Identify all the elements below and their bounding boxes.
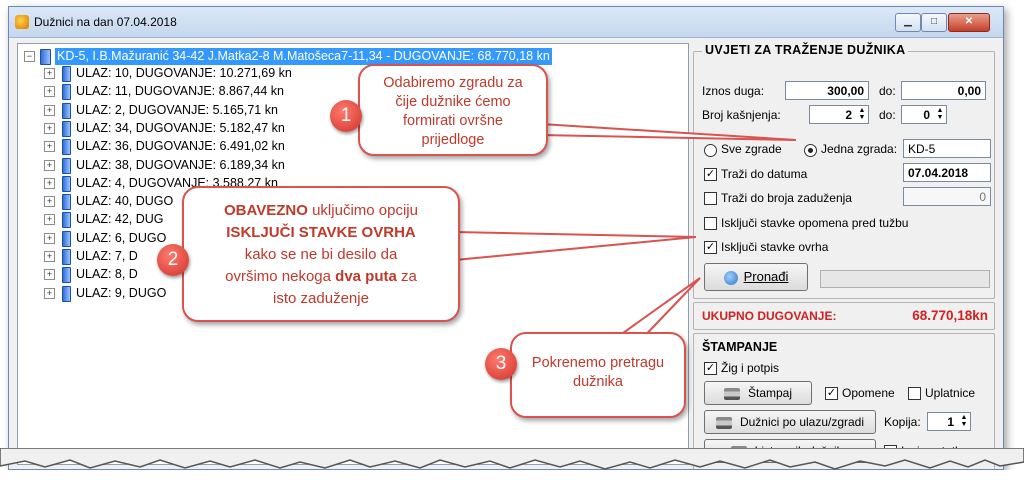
callout-2-text-1: uključimo opciju	[307, 202, 418, 219]
callout-2-bold-1: OBAVEZNO	[224, 202, 308, 219]
callout-2-line1: OBAVEZNO uključimo opciju	[190, 200, 452, 222]
callout-2-number: 2	[157, 244, 189, 276]
callout-2-line3: kako se ne bi desilo da	[244, 246, 398, 263]
callout-3: Pokrenemo pretragu dužnika	[510, 332, 686, 418]
torn-edge-path	[0, 448, 1024, 470]
callout-2-text-4b: za	[396, 268, 417, 285]
callout-3-text: Pokrenemo pretragu dužnika	[531, 355, 665, 390]
torn-edge-background	[0, 470, 1024, 491]
callout-1-text: Odabiremo zgradu za čije dužnike ćemo fo…	[383, 75, 523, 148]
callout-1: Odabiremo zgradu za čije dužnike ćemo fo…	[358, 64, 548, 156]
callout-2-pointer	[454, 230, 697, 262]
callout-2-bold-2: ISKLJUČI STAVKE OVRHA	[226, 224, 416, 241]
callout-2-bold-4: dva puta	[335, 268, 397, 285]
torn-edge	[0, 448, 1024, 491]
callout-2-line2: ISKLJUČI STAVKE OVRHA	[190, 222, 452, 244]
callout-1-number: 1	[330, 100, 362, 132]
callout-2: OBAVEZNO uključimo opciju ISKLJUČI STAVK…	[182, 186, 460, 322]
callout-2-text-4a: ovršimo nekoga	[225, 268, 336, 285]
callout-2-line4: ovršimo nekoga dva puta za	[190, 266, 452, 288]
callout-2-line5: isto zaduženje	[273, 290, 369, 307]
callout-3-number: 3	[485, 348, 517, 380]
